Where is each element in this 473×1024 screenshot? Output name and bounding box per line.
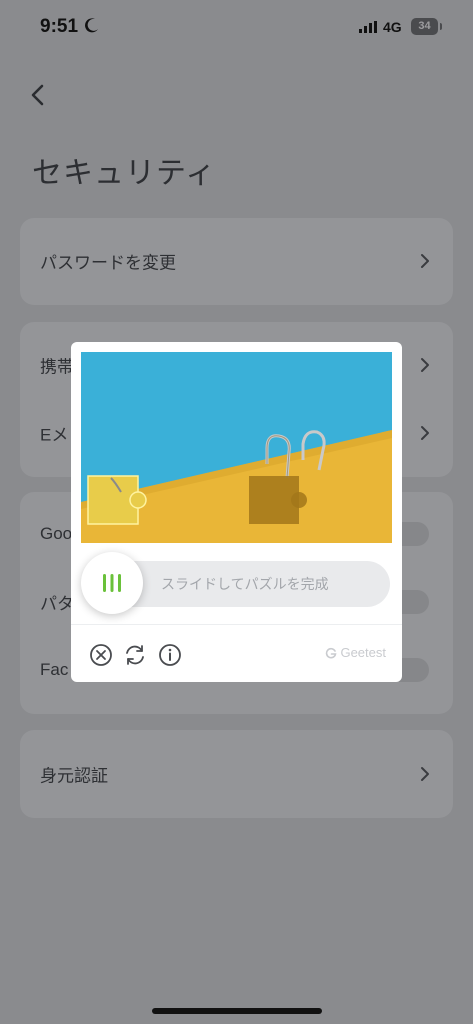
chevron-right-icon	[421, 426, 429, 440]
captcha-footer: Geetest	[71, 624, 402, 682]
identity-verification-row[interactable]: 身元認証	[20, 749, 453, 799]
password-card: パスワードを変更	[20, 218, 453, 305]
identity-verification-label: 身元認証	[40, 766, 108, 786]
status-time: 9:51	[40, 16, 79, 37]
info-icon[interactable]	[158, 643, 182, 667]
puzzle-hole	[249, 476, 307, 524]
captcha-puzzle-image	[81, 352, 392, 543]
grip-icon	[103, 574, 121, 592]
face-id-label: Fac	[40, 660, 69, 679]
email-label: Eメ	[40, 425, 69, 445]
slider-knob[interactable]	[81, 552, 143, 614]
phone-label: 携帯	[40, 357, 74, 377]
geetest-logo-icon	[326, 647, 337, 659]
chevron-right-icon	[421, 358, 429, 372]
signal-icon	[359, 21, 377, 33]
google-auth-label: Goo	[40, 524, 73, 543]
identity-card: 身元認証	[20, 730, 453, 818]
chevron-right-icon	[421, 254, 429, 268]
back-button[interactable]	[26, 80, 52, 110]
battery-icon: 34	[411, 18, 442, 35]
change-password-label: パスワードを変更	[40, 253, 176, 273]
captcha-dialog: スライドしてパズルを完成 Geetest	[71, 342, 402, 682]
close-circle-icon[interactable]	[89, 643, 113, 667]
geetest-brand-label: Geetest	[340, 645, 386, 660]
slider-hint: スライドしてパズルを完成	[161, 576, 329, 592]
puzzle-piece[interactable]	[87, 475, 147, 525]
network-label: 4G	[383, 19, 402, 35]
home-indicator	[152, 1008, 322, 1014]
moon-icon	[85, 18, 98, 33]
refresh-icon[interactable]	[123, 643, 147, 667]
pattern-label: パタ	[40, 594, 74, 614]
chevron-right-icon	[421, 767, 429, 781]
geetest-brand[interactable]: Geetest	[325, 645, 386, 660]
page-title: セキュリティ	[32, 157, 217, 190]
status-bar: 9:51 4G 34	[0, 0, 473, 56]
change-password-row[interactable]: パスワードを変更	[20, 236, 453, 286]
